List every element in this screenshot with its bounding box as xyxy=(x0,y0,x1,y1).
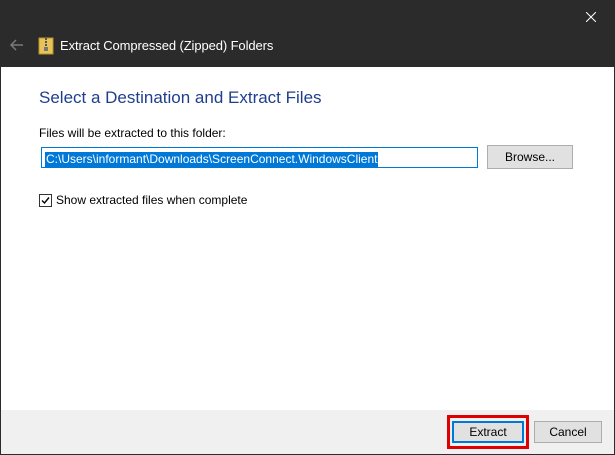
destination-path-text: C:\Users\informant\Downloads\ScreenConne… xyxy=(45,152,379,167)
dialog-content: Select a Destination and Extract Files F… xyxy=(1,67,614,410)
page-heading: Select a Destination and Extract Files xyxy=(39,88,322,107)
title-bar: Extract Compressed (Zipped) Folders xyxy=(1,1,614,67)
show-extracted-files-checkbox[interactable] xyxy=(39,193,52,207)
destination-folder-label: Files will be extracted to this folder: xyxy=(39,126,226,140)
extract-button[interactable]: Extract xyxy=(452,421,524,443)
back-arrow-icon xyxy=(10,39,23,51)
back-button[interactable] xyxy=(7,35,27,55)
show-extracted-files-label: Show extracted files when complete xyxy=(56,193,248,207)
destination-path-input[interactable]: C:\Users\informant\Downloads\ScreenConne… xyxy=(41,147,478,168)
window-title: Extract Compressed (Zipped) Folders xyxy=(60,38,274,53)
cancel-button[interactable]: Cancel xyxy=(534,421,602,443)
show-extracted-files-option[interactable]: Show extracted files when complete xyxy=(39,193,247,207)
checkmark-icon xyxy=(41,196,50,204)
dialog-footer: Extract Cancel xyxy=(1,410,614,454)
extract-dialog-window: Extract Compressed (Zipped) Folders Sele… xyxy=(0,0,615,455)
close-button[interactable] xyxy=(568,1,614,33)
browse-button[interactable]: Browse... xyxy=(487,145,573,169)
zip-folder-icon xyxy=(38,37,54,55)
close-icon xyxy=(586,12,596,22)
